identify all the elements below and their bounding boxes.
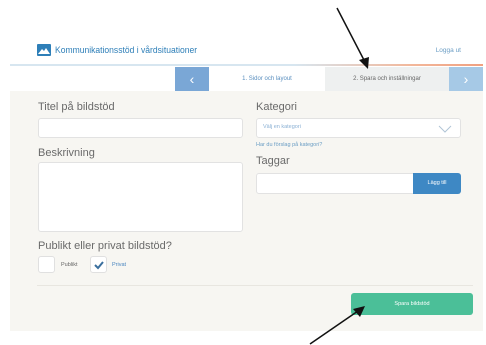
add-tag-button[interactable]: Lägg till — [413, 173, 461, 194]
tags-label: Taggar — [256, 155, 290, 167]
previous-step-button[interactable]: ‹ — [175, 67, 209, 91]
annotation-arrow-up-icon — [309, 306, 365, 345]
private-checkbox[interactable] — [90, 256, 107, 273]
header-divider — [10, 64, 483, 66]
step-bar: ‹ 1. Sidor och layout 2. Spara och instä… — [10, 67, 483, 91]
category-select-value: Välj en kategori — [263, 124, 301, 130]
save-button[interactable]: Spara bildstöd — [351, 293, 473, 315]
checkmark-icon — [94, 261, 104, 270]
brand[interactable]: Kommunikationsstöd i vårdsituationer — [37, 44, 213, 56]
public-checkbox[interactable] — [38, 256, 55, 273]
public-label: Publikt — [61, 262, 78, 268]
description-textarea[interactable] — [38, 162, 243, 232]
tags-input[interactable] — [256, 173, 414, 194]
category-label: Kategori — [256, 101, 297, 113]
annotation-arrow-down-icon — [336, 7, 369, 69]
category-select[interactable]: Välj en kategori — [256, 118, 461, 138]
chevron-right-icon: › — [463, 71, 469, 87]
title-label: Titel på bildstöd — [38, 101, 115, 113]
logout-link[interactable]: Logga ut — [436, 47, 461, 54]
description-label: Beskrivning — [38, 147, 95, 159]
landscape-logo-icon — [37, 44, 51, 56]
next-step-button[interactable]: › — [449, 67, 483, 91]
form-divider — [37, 285, 473, 286]
title-input[interactable] — [38, 118, 243, 138]
private-label: Privat — [112, 262, 127, 268]
category-suggestion-link[interactable]: Har du förslag på kategori? — [256, 142, 322, 148]
step-sidor-och-layout[interactable]: 1. Sidor och layout — [209, 67, 325, 91]
chevron-left-icon: ‹ — [189, 71, 195, 87]
brand-name: Kommunikationsstöd i vårdsituationer — [55, 44, 198, 56]
visibility-label: Publikt eller privat bildstöd? — [38, 240, 172, 252]
chevron-down-icon — [438, 122, 452, 140]
